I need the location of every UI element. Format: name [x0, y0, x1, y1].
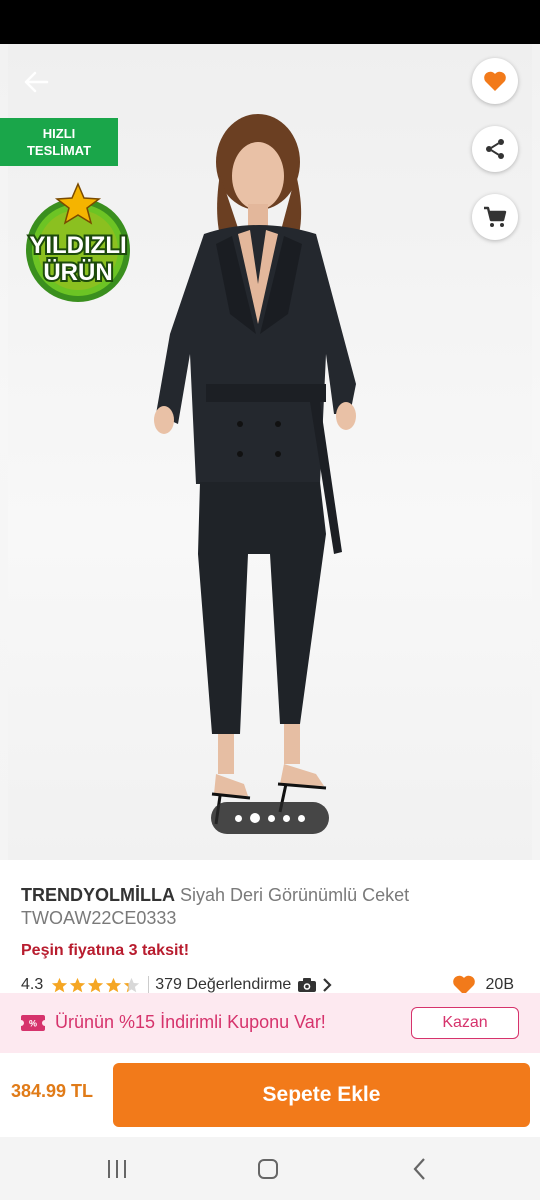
rating-stars — [51, 977, 140, 994]
carousel-dot[interactable] — [283, 814, 290, 822]
price: 384.99 TL — [11, 1081, 94, 1101]
recents-icon — [108, 1160, 126, 1178]
earn-coupon-button[interactable]: Kazan — [411, 1007, 519, 1039]
chevron-left-icon — [413, 1158, 425, 1180]
carousel-indicator[interactable] — [211, 802, 329, 834]
carousel-dot[interactable] — [268, 814, 275, 822]
home-icon — [258, 1159, 278, 1179]
coupon-icon: % — [21, 1015, 45, 1031]
home-button[interactable] — [248, 1153, 288, 1185]
carousel-dot[interactable] — [250, 813, 260, 823]
arrow-left-icon — [24, 71, 49, 93]
star-icon — [52, 977, 68, 992]
star-icon — [88, 977, 104, 992]
star-icon — [70, 977, 86, 992]
back-button[interactable] — [18, 64, 54, 100]
brand-name[interactable]: TRENDYOLMİLLA — [21, 885, 175, 905]
product-photo — [154, 114, 356, 825]
cart-icon — [484, 206, 507, 227]
fast-badge-line2: TESLİMAT — [26, 143, 92, 158]
purchase-bar: 384.99 TL Sepete Ekle — [0, 1053, 540, 1137]
star-icon — [106, 977, 122, 992]
star-icon — [124, 977, 140, 992]
share-icon — [486, 139, 504, 159]
divider — [148, 976, 150, 994]
fast-badge-line1: HIZLI — [42, 126, 76, 141]
recents-button[interactable] — [97, 1153, 137, 1185]
chevron-right-icon — [323, 978, 332, 992]
installment-text: Peşin fiyatına 3 taksit! — [21, 942, 190, 959]
status-bar — [0, 0, 540, 44]
fast-delivery-badge: HIZLI TESLİMAT — [0, 118, 118, 166]
star-badge-line1: YILDIZLI — [29, 232, 126, 259]
starred-product-badge: YILDIZLI ÜRÜN — [26, 182, 130, 302]
product-title: TRENDYOLMİLLA Siyah Deri Görünümlü Ceket… — [21, 884, 521, 930]
favorite-count-value: 20B — [485, 976, 514, 993]
coupon-text: Ürünün %15 İndirimli Kuponu Var! — [55, 1012, 326, 1032]
product-info: TRENDYOLMİLLA Siyah Deri Görünümlü Ceket… — [0, 860, 540, 995]
svg-text:%: % — [29, 1019, 37, 1029]
favorite-button[interactable] — [472, 58, 518, 104]
cart-button[interactable] — [472, 194, 518, 240]
add-to-cart-button[interactable]: Sepete Ekle — [113, 1063, 530, 1127]
system-nav-bar — [0, 1137, 540, 1200]
share-button[interactable] — [472, 126, 518, 172]
camera-icon — [298, 978, 317, 992]
star-badge-line2: ÜRÜN — [43, 259, 112, 286]
carousel-dot[interactable] — [235, 814, 242, 822]
review-count[interactable]: 379 Değerlendirme — [155, 976, 291, 994]
system-back-button[interactable] — [400, 1153, 440, 1185]
carousel-dot[interactable] — [298, 814, 305, 822]
coupon-banner: % Ürünün %15 İndirimli Kuponu Var! Kazan — [0, 993, 540, 1053]
rating-value: 4.3 — [21, 976, 44, 993]
product-image-gallery[interactable]: HIZLI TESLİMAT YILDIZLI ÜRÜN — [0, 44, 540, 860]
heart-icon — [484, 71, 506, 91]
